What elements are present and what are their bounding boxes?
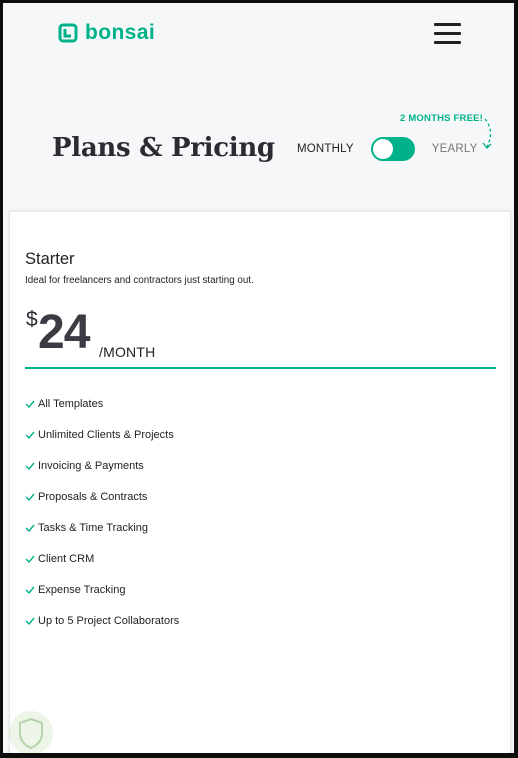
price-divider xyxy=(25,367,496,369)
feature-item: Proposals & Contracts xyxy=(25,491,179,522)
yearly-label[interactable]: YEARLY xyxy=(432,143,478,155)
check-icon xyxy=(25,400,35,409)
feature-label: Client CRM xyxy=(38,553,95,565)
plan-card: Starter Ideal for freelancers and contra… xyxy=(9,211,511,753)
plan-name: Starter xyxy=(25,250,75,268)
plan-description: Ideal for freelancers and contractors ju… xyxy=(25,275,254,286)
feature-item: Client CRM xyxy=(25,553,179,584)
promo-label: 2 MONTHS FREE! xyxy=(400,113,484,124)
feature-list: All Templates Unlimited Clients & Projec… xyxy=(25,398,179,646)
price-amount: 24 xyxy=(38,306,90,359)
feature-label: Tasks & Time Tracking xyxy=(38,522,149,534)
feature-label: Expense Tracking xyxy=(38,584,126,596)
curved-arrow-icon xyxy=(482,118,492,149)
feature-label: Proposals & Contracts xyxy=(38,491,148,503)
billing-period-switch[interactable] xyxy=(370,137,415,161)
feature-item: Invoicing & Payments xyxy=(25,460,179,491)
bonsai-logo-icon xyxy=(58,23,78,43)
check-icon xyxy=(25,431,35,440)
logo[interactable]: bonsai xyxy=(58,21,156,44)
billing-toggle: MONTHLY YEARLY xyxy=(297,137,478,161)
switch-knob xyxy=(372,139,393,159)
page-title: Plans & Pricing xyxy=(52,133,275,163)
check-icon xyxy=(25,462,35,471)
watermark-shield-icon xyxy=(9,711,53,753)
app-frame: bonsai Plans & Pricing 2 MONTHS FREE! MO… xyxy=(3,3,514,753)
monthly-label[interactable]: MONTHLY xyxy=(297,143,354,155)
check-icon xyxy=(25,524,35,533)
price-currency: $ xyxy=(26,308,38,331)
feature-label: Unlimited Clients & Projects xyxy=(38,429,174,441)
feature-label: Invoicing & Payments xyxy=(38,460,144,472)
feature-item: Unlimited Clients & Projects xyxy=(25,429,179,460)
feature-item: Expense Tracking xyxy=(25,584,179,615)
feature-item: Tasks & Time Tracking xyxy=(25,522,179,553)
check-icon xyxy=(25,493,35,502)
check-icon xyxy=(25,586,35,595)
feature-item: All Templates xyxy=(25,398,179,429)
hamburger-menu-icon[interactable] xyxy=(434,22,462,46)
logo-text: bonsai xyxy=(85,21,156,44)
price-period: /MONTH xyxy=(99,344,156,360)
feature-label: All Templates xyxy=(38,398,104,410)
feature-item: Up to 5 Project Collaborators xyxy=(25,615,179,646)
check-icon xyxy=(25,555,35,564)
feature-label: Up to 5 Project Collaborators xyxy=(38,615,180,627)
check-icon xyxy=(25,617,35,626)
